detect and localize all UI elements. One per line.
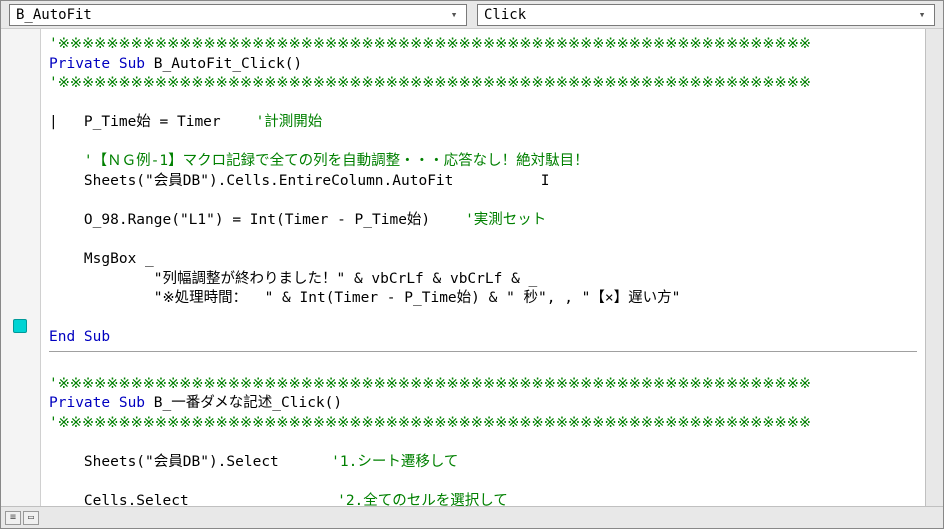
object-combobox[interactable]: B_AutoFit ▾ — [9, 4, 467, 26]
procedure-combobox-value: Click — [484, 7, 526, 23]
code-comment: '※※※※※※※※※※※※※※※※※※※※※※※※※※※※※※※※※※※※※※※… — [49, 415, 811, 431]
text-cursor: I — [453, 173, 549, 189]
code-comment: '※※※※※※※※※※※※※※※※※※※※※※※※※※※※※※※※※※※※※※※… — [49, 376, 811, 392]
code-comment: '計測開始 — [256, 114, 323, 130]
code-text: Sheets("会員DB").Cells.EntireColumn.AutoFi… — [49, 173, 453, 189]
chevron-down-icon: ▾ — [914, 8, 930, 21]
margin-indicator-column[interactable] — [1, 29, 41, 506]
code-text: O_98.Range("L1") = Int(Timer - P_Time始) — [49, 212, 465, 228]
toolbar: B_AutoFit ▾ Click ▾ — [1, 1, 943, 29]
code-comment: '※※※※※※※※※※※※※※※※※※※※※※※※※※※※※※※※※※※※※※※… — [49, 75, 811, 91]
code-text: Cells.Select — [49, 493, 337, 506]
code-text: "※処理時間： " & Int(Timer - P_Time始) & " 秒",… — [49, 290, 680, 306]
chevron-down-icon: ▾ — [446, 8, 462, 21]
code-editor[interactable]: '※※※※※※※※※※※※※※※※※※※※※※※※※※※※※※※※※※※※※※※… — [41, 29, 925, 506]
code-text: B_一番ダメな記述_Click() — [145, 395, 342, 411]
full-module-view-button[interactable]: ▭ — [23, 511, 39, 525]
code-text: B_AutoFit_Click() — [145, 56, 302, 72]
code-text: MsgBox _ — [49, 251, 154, 267]
code-text: Sheets("会員DB").Select — [49, 454, 331, 470]
editor-wrap: '※※※※※※※※※※※※※※※※※※※※※※※※※※※※※※※※※※※※※※※… — [1, 29, 943, 506]
code-comment: '【ＮＧ例-1】マクロ記録で全ての列を自動調整・・・応答なし！絶対駄目！ — [49, 153, 589, 169]
procedure-view-button[interactable]: ≡ — [5, 511, 21, 525]
code-comment: '実測セット — [465, 212, 546, 228]
code-keyword: Private Sub — [49, 395, 145, 411]
vertical-scrollbar[interactable] — [925, 29, 943, 506]
code-text: "列幅調整が終わりました！" & vbCrLf & vbCrLf & _ — [49, 271, 537, 287]
procedure-combobox[interactable]: Click ▾ — [477, 4, 935, 26]
code-keyword: End Sub — [49, 329, 110, 345]
procedure-separator — [49, 351, 917, 352]
code-comment: '※※※※※※※※※※※※※※※※※※※※※※※※※※※※※※※※※※※※※※※… — [49, 36, 811, 52]
code-comment: '1.シート遷移して — [331, 454, 458, 470]
vbe-window: B_AutoFit ▾ Click ▾ '※※※※※※※※※※※※※※※※※※※… — [0, 0, 944, 529]
object-combobox-value: B_AutoFit — [16, 7, 92, 23]
code-comment: '2.全てのセルを選択して — [337, 493, 508, 506]
view-mode-bar: ≡ ▭ — [1, 506, 943, 528]
bookmark-marker[interactable] — [13, 319, 27, 333]
code-text: | P_Time始 = Timer — [49, 114, 256, 130]
code-keyword: Private Sub — [49, 56, 145, 72]
